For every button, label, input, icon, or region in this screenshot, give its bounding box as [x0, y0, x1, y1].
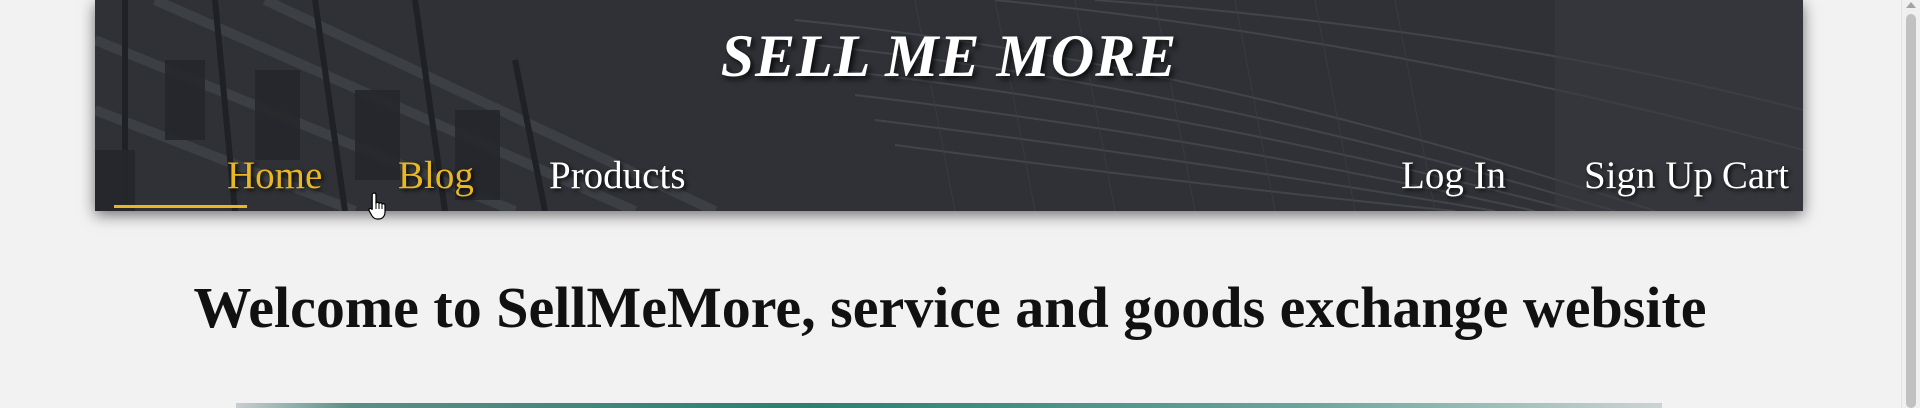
welcome-heading: Welcome to SellMeMore, service and goods… — [193, 275, 1707, 340]
page: SELL ME MORE Home Blog Products Log In S… — [0, 0, 1920, 408]
site-header: SELL ME MORE Home Blog Products Log In S… — [95, 0, 1803, 211]
nav-home-link[interactable]: Home — [227, 152, 322, 200]
content-banner-edge — [236, 403, 1662, 408]
scroll-up-arrow-icon[interactable] — [1906, 2, 1916, 8]
site-title: SELL ME MORE — [720, 23, 1178, 89]
nav-cart-link[interactable]: Cart — [1722, 152, 1789, 200]
scrollbar-thumb[interactable] — [1906, 14, 1916, 408]
nav-products-link[interactable]: Products — [549, 152, 686, 200]
nav-signup-link[interactable]: Sign Up — [1584, 152, 1713, 200]
page-scrollbar[interactable] — [1901, 0, 1920, 408]
nav-login-link[interactable]: Log In — [1401, 152, 1506, 200]
nav-blog-link[interactable]: Blog — [398, 152, 474, 200]
hand-pointer-icon — [368, 192, 386, 220]
active-nav-underline — [114, 205, 247, 208]
